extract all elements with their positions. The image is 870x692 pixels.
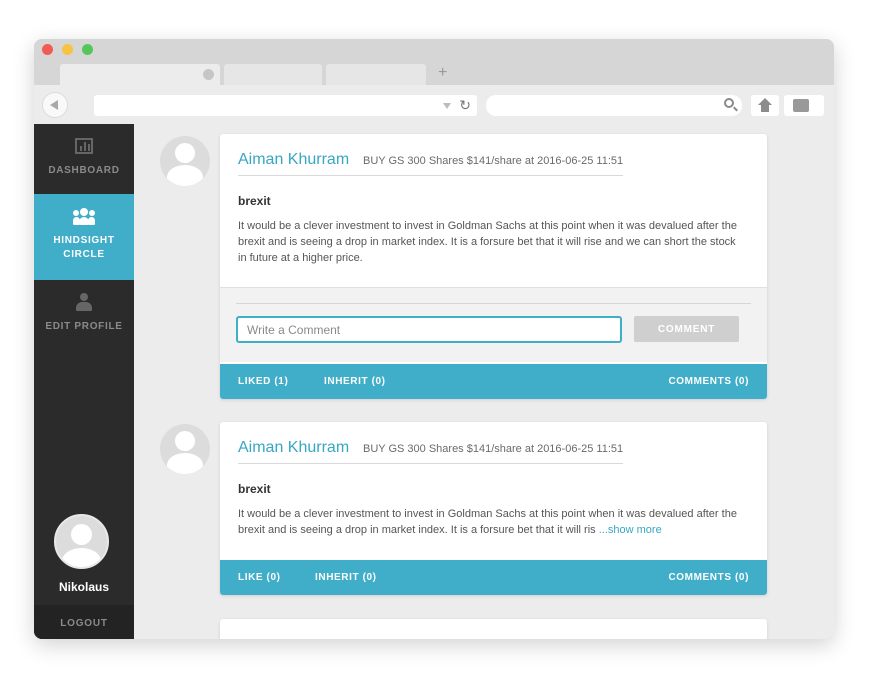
close-window-button[interactable] bbox=[42, 44, 53, 55]
sidebar-item-label: DASHBOARD bbox=[48, 165, 120, 176]
like-button[interactable]: LIKED (1) bbox=[238, 376, 288, 387]
maximize-window-button[interactable] bbox=[82, 44, 93, 55]
post-title: brexit bbox=[238, 482, 271, 496]
extension-icon bbox=[793, 99, 809, 112]
search-icon bbox=[724, 98, 734, 108]
post-header: Aiman Khurram BUY GS 300 Shares $141/sha… bbox=[238, 422, 623, 464]
address-bar[interactable]: ↻ bbox=[94, 95, 477, 116]
comment-button[interactable]: COMMENT bbox=[634, 316, 739, 342]
sidebar-item-edit-profile[interactable]: EDIT PROFILE bbox=[34, 280, 134, 350]
post-action-bar: LIKE (0) INHERIT (0) COMMENTS (0) bbox=[220, 560, 767, 595]
trade-summary: BUY GS 300 Shares $141/share at 2016-06-… bbox=[363, 443, 624, 455]
browser-search-field[interactable] bbox=[486, 95, 742, 116]
dashboard-icon bbox=[75, 138, 93, 154]
post-author[interactable]: Aiman Khurram bbox=[238, 439, 349, 457]
minimize-window-button[interactable] bbox=[62, 44, 73, 55]
post-author-avatar[interactable] bbox=[160, 424, 210, 474]
user-icon bbox=[76, 293, 92, 311]
logout-button[interactable]: LOGOUT bbox=[34, 605, 134, 639]
browser-tab[interactable] bbox=[326, 64, 426, 85]
home-icon bbox=[758, 98, 772, 112]
trade-summary: BUY GS 300 Shares $141/share at 2016-06-… bbox=[363, 155, 624, 167]
sidebar-item-dashboard[interactable]: DASHBOARD bbox=[34, 124, 134, 194]
chevron-down-icon[interactable] bbox=[443, 103, 451, 109]
app-viewport: DASHBOARD HINDSIGHT CIRCLE EDIT PROFILE … bbox=[34, 124, 834, 639]
browser-tab-active[interactable] bbox=[60, 64, 220, 85]
sidebar-item-label: EDIT PROFILE bbox=[45, 321, 123, 332]
sidebar: DASHBOARD HINDSIGHT CIRCLE EDIT PROFILE … bbox=[34, 124, 134, 639]
back-button[interactable] bbox=[42, 92, 68, 118]
post-title: brexit bbox=[238, 194, 271, 208]
like-button[interactable]: LIKE (0) bbox=[238, 572, 281, 583]
inherit-button[interactable]: INHERIT (0) bbox=[324, 376, 386, 387]
browser-tab[interactable] bbox=[224, 64, 322, 85]
comment-input[interactable] bbox=[236, 316, 622, 343]
reload-icon[interactable]: ↻ bbox=[459, 96, 471, 115]
post-body: It would be a clever investment to inves… bbox=[238, 220, 737, 264]
inherit-button[interactable]: INHERIT (0) bbox=[315, 572, 377, 583]
username: Nikolaus bbox=[58, 580, 109, 594]
home-button[interactable] bbox=[751, 95, 779, 116]
post-body: It would be a clever investment to inves… bbox=[238, 506, 743, 538]
post-header: Aiman Khurram BUY GS 300 Shares $141/sha… bbox=[238, 134, 623, 176]
comments-button[interactable]: COMMENTS (0) bbox=[668, 572, 749, 583]
browser-window: + ↻ DASHBOARD HINDSIGHT CIRCLE EDIT PROF… bbox=[34, 39, 834, 639]
post-body-text: It would be a clever investment to inves… bbox=[238, 508, 737, 536]
avatar[interactable] bbox=[54, 514, 109, 569]
people-icon bbox=[73, 208, 95, 226]
new-tab-button[interactable]: + bbox=[438, 63, 447, 83]
extension-button[interactable] bbox=[784, 95, 824, 116]
comment-section: COMMENT bbox=[220, 287, 767, 362]
post-card: Aiman Khurram BUY GS 300 Shares $141/sha… bbox=[220, 422, 767, 595]
post-card bbox=[220, 619, 767, 639]
sidebar-item-label: HINDSIGHT CIRCLE bbox=[53, 235, 115, 260]
browser-tab-bar: + bbox=[34, 39, 834, 85]
sidebar-item-hindsight-circle[interactable]: HINDSIGHT CIRCLE bbox=[34, 194, 134, 280]
divider bbox=[236, 303, 751, 304]
post-card: Aiman Khurram BUY GS 300 Shares $141/sha… bbox=[220, 134, 767, 399]
post-action-bar: LIKED (1) INHERIT (0) COMMENTS (0) bbox=[220, 364, 767, 399]
post-author[interactable]: Aiman Khurram bbox=[238, 151, 349, 169]
browser-toolbar: ↻ bbox=[34, 85, 834, 124]
tab-close-icon[interactable] bbox=[203, 69, 214, 80]
show-more-link[interactable]: ...show more bbox=[599, 524, 662, 536]
post-author-avatar[interactable] bbox=[160, 136, 210, 186]
comments-button[interactable]: COMMENTS (0) bbox=[668, 376, 749, 387]
